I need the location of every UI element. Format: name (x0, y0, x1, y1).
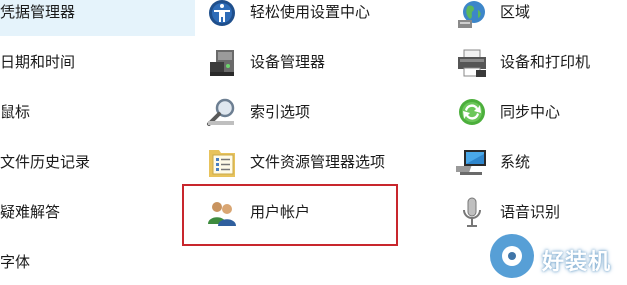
item-label: 同步中心 (500, 103, 561, 121)
item-label: 鼠标 (0, 103, 31, 121)
item-date-time[interactable]: 日期和时间 (0, 50, 75, 74)
item-device-manager[interactable]: 设备管理器 (250, 50, 325, 74)
watermark-logo (490, 234, 534, 278)
item-label: 轻松使用设置中心 (250, 3, 371, 21)
item-label: 语音识别 (500, 203, 561, 221)
item-region[interactable]: 区域 (500, 0, 530, 24)
item-label: 系统 (500, 153, 531, 171)
item-label: 字体 (0, 253, 31, 271)
item-speech-recognition[interactable]: 语音识别 (500, 200, 560, 224)
item-user-accounts[interactable]: 用户帐户 (250, 200, 310, 224)
item-label: 用户帐户 (250, 203, 311, 221)
item-system[interactable]: 系统 (500, 150, 530, 174)
item-folder-options[interactable]: 文件资源管理器选项 (250, 150, 385, 174)
item-devices-printers[interactable]: 设备和打印机 (500, 50, 590, 74)
sync-center-icon[interactable] (456, 98, 488, 128)
item-fonts[interactable]: 字体 (0, 250, 30, 274)
item-file-history[interactable]: 文件历史记录 (0, 150, 90, 174)
item-ease-of-access[interactable]: 轻松使用设置中心 (250, 0, 370, 24)
item-label: 文件历史记录 (0, 153, 91, 171)
item-label: 日期和时间 (0, 53, 76, 71)
item-sync-center[interactable]: 同步中心 (500, 100, 560, 124)
item-label: 索引选项 (250, 103, 311, 121)
watermark-text: 好装机 (542, 250, 612, 275)
watermark-logo-inner (502, 246, 522, 266)
item-indexing-options[interactable]: 索引选项 (250, 100, 310, 124)
item-label: 设备管理器 (250, 53, 326, 71)
microphone-icon[interactable] (456, 196, 488, 230)
ease-of-access-icon[interactable] (206, 0, 238, 28)
printer-icon[interactable] (456, 48, 488, 78)
folder-options-icon[interactable] (206, 146, 238, 180)
item-label: 疑难解答 (0, 203, 61, 221)
item-label: 区域 (500, 3, 531, 21)
user-accounts-icon[interactable] (206, 198, 238, 228)
indexing-options-icon[interactable] (206, 98, 238, 128)
item-label: 设备和打印机 (500, 53, 591, 71)
system-monitor-icon[interactable] (456, 148, 488, 178)
item-credential-manager[interactable]: 凭据管理器 (0, 0, 75, 24)
device-manager-icon[interactable] (206, 48, 238, 78)
item-label: 凭据管理器 (0, 3, 76, 21)
region-globe-icon[interactable] (456, 0, 488, 30)
watermark-logo-dot (508, 252, 516, 260)
item-label: 文件资源管理器选项 (250, 153, 386, 171)
item-mouse[interactable]: 鼠标 (0, 100, 30, 124)
item-troubleshooting[interactable]: 疑难解答 (0, 200, 60, 224)
